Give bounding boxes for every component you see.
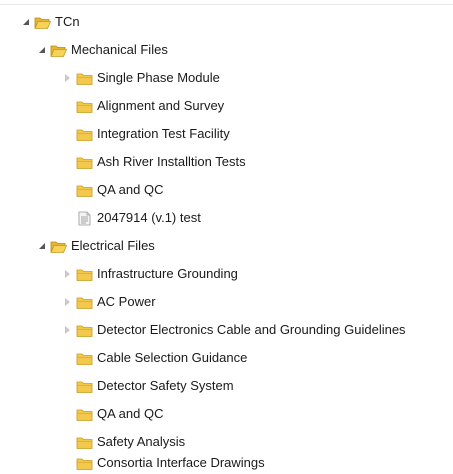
tree-node-document-test[interactable]: 2047914 (v.1) test	[60, 207, 201, 229]
folder-icon	[76, 73, 93, 85]
collapse-arrow-icon[interactable]	[60, 263, 74, 285]
tree-node-label: QA and QC	[97, 406, 164, 421]
tree-node-label: Integration Test Facility	[97, 126, 230, 141]
folder-icon	[76, 409, 93, 421]
tree-node-integration-test-facility[interactable]: Integration Test Facility	[60, 123, 230, 145]
expand-arrow-icon[interactable]	[18, 11, 32, 33]
tree-node-ash-river-installtion-tests[interactable]: Ash River Installtion Tests	[60, 151, 246, 173]
tree-node-label: Cable Selection Guidance	[97, 350, 248, 365]
folder-open-icon	[34, 17, 51, 29]
folder-icon	[76, 297, 93, 309]
tree-node-label: Mechanical Files	[71, 42, 168, 57]
tree-node-label: Detector Electronics Cable and Grounding…	[97, 322, 406, 337]
expand-arrow-icon[interactable]	[34, 235, 48, 257]
folder-open-icon	[50, 241, 67, 253]
folder-icon	[76, 458, 93, 470]
tree-node-root[interactable]: TCn	[18, 11, 80, 33]
collapse-arrow-icon[interactable]	[60, 291, 74, 313]
collapse-arrow-icon[interactable]	[60, 67, 74, 89]
folder-icon	[76, 185, 93, 197]
tree-node-label: Safety Analysis	[97, 434, 186, 449]
tree-node-label: Detector Safety System	[97, 378, 234, 393]
tree-node-single-phase-module[interactable]: Single Phase Module	[60, 67, 220, 89]
collapse-arrow-icon[interactable]	[60, 319, 74, 341]
tree-node-ac-power[interactable]: AC Power	[60, 291, 156, 313]
folder-icon	[76, 325, 93, 337]
tree-node-label: TCn	[55, 14, 80, 29]
tree-node-detector-safety-system[interactable]: Detector Safety System	[60, 375, 234, 397]
tree-node-mechanical-files[interactable]: Mechanical Files	[34, 39, 168, 61]
tree-node-label: Single Phase Module	[97, 70, 220, 85]
folder-icon	[76, 101, 93, 113]
tree-node-qa-and-qc-electrical[interactable]: QA and QC	[60, 403, 163, 425]
tree-node-label: Infrastructure Grounding	[97, 266, 238, 281]
folder-icon	[76, 437, 93, 449]
tree-node-consortia-interface-drawings[interactable]: Consortia Interface Drawings	[60, 452, 265, 474]
tree-node-label: Consortia Interface Drawings	[97, 455, 265, 470]
tree-node-cable-selection-guidance[interactable]: Cable Selection Guidance	[60, 347, 247, 369]
tree-node-label: 2047914 (v.1) test	[97, 210, 201, 225]
folder-icon	[76, 129, 93, 141]
tree-node-alignment-and-survey[interactable]: Alignment and Survey	[60, 95, 224, 117]
tree-node-label: Electrical Files	[71, 238, 155, 253]
tree-node-detector-electronics-cable[interactable]: Detector Electronics Cable and Grounding…	[60, 319, 406, 341]
document-icon	[78, 211, 91, 225]
tree-node-label: QA and QC	[97, 182, 164, 197]
tree-node-infrastructure-grounding[interactable]: Infrastructure Grounding	[60, 263, 238, 285]
file-tree: TCn Mechanical Files Single Phase Module…	[0, 0, 453, 474]
tree-node-safety-analysis[interactable]: Safety Analysis	[60, 431, 185, 453]
tree-node-label: Ash River Installtion Tests	[97, 154, 246, 169]
folder-icon	[76, 269, 93, 281]
tree-node-electrical-files[interactable]: Electrical Files	[34, 235, 155, 257]
folder-icon	[76, 157, 93, 169]
expand-arrow-icon[interactable]	[34, 39, 48, 61]
tree-node-label: AC Power	[97, 294, 156, 309]
folder-icon	[76, 353, 93, 365]
tree-node-label: Alignment and Survey	[97, 98, 225, 113]
folder-icon	[76, 381, 93, 393]
folder-open-icon	[50, 45, 67, 57]
tree-node-qa-and-qc-mechanical[interactable]: QA and QC	[60, 179, 163, 201]
